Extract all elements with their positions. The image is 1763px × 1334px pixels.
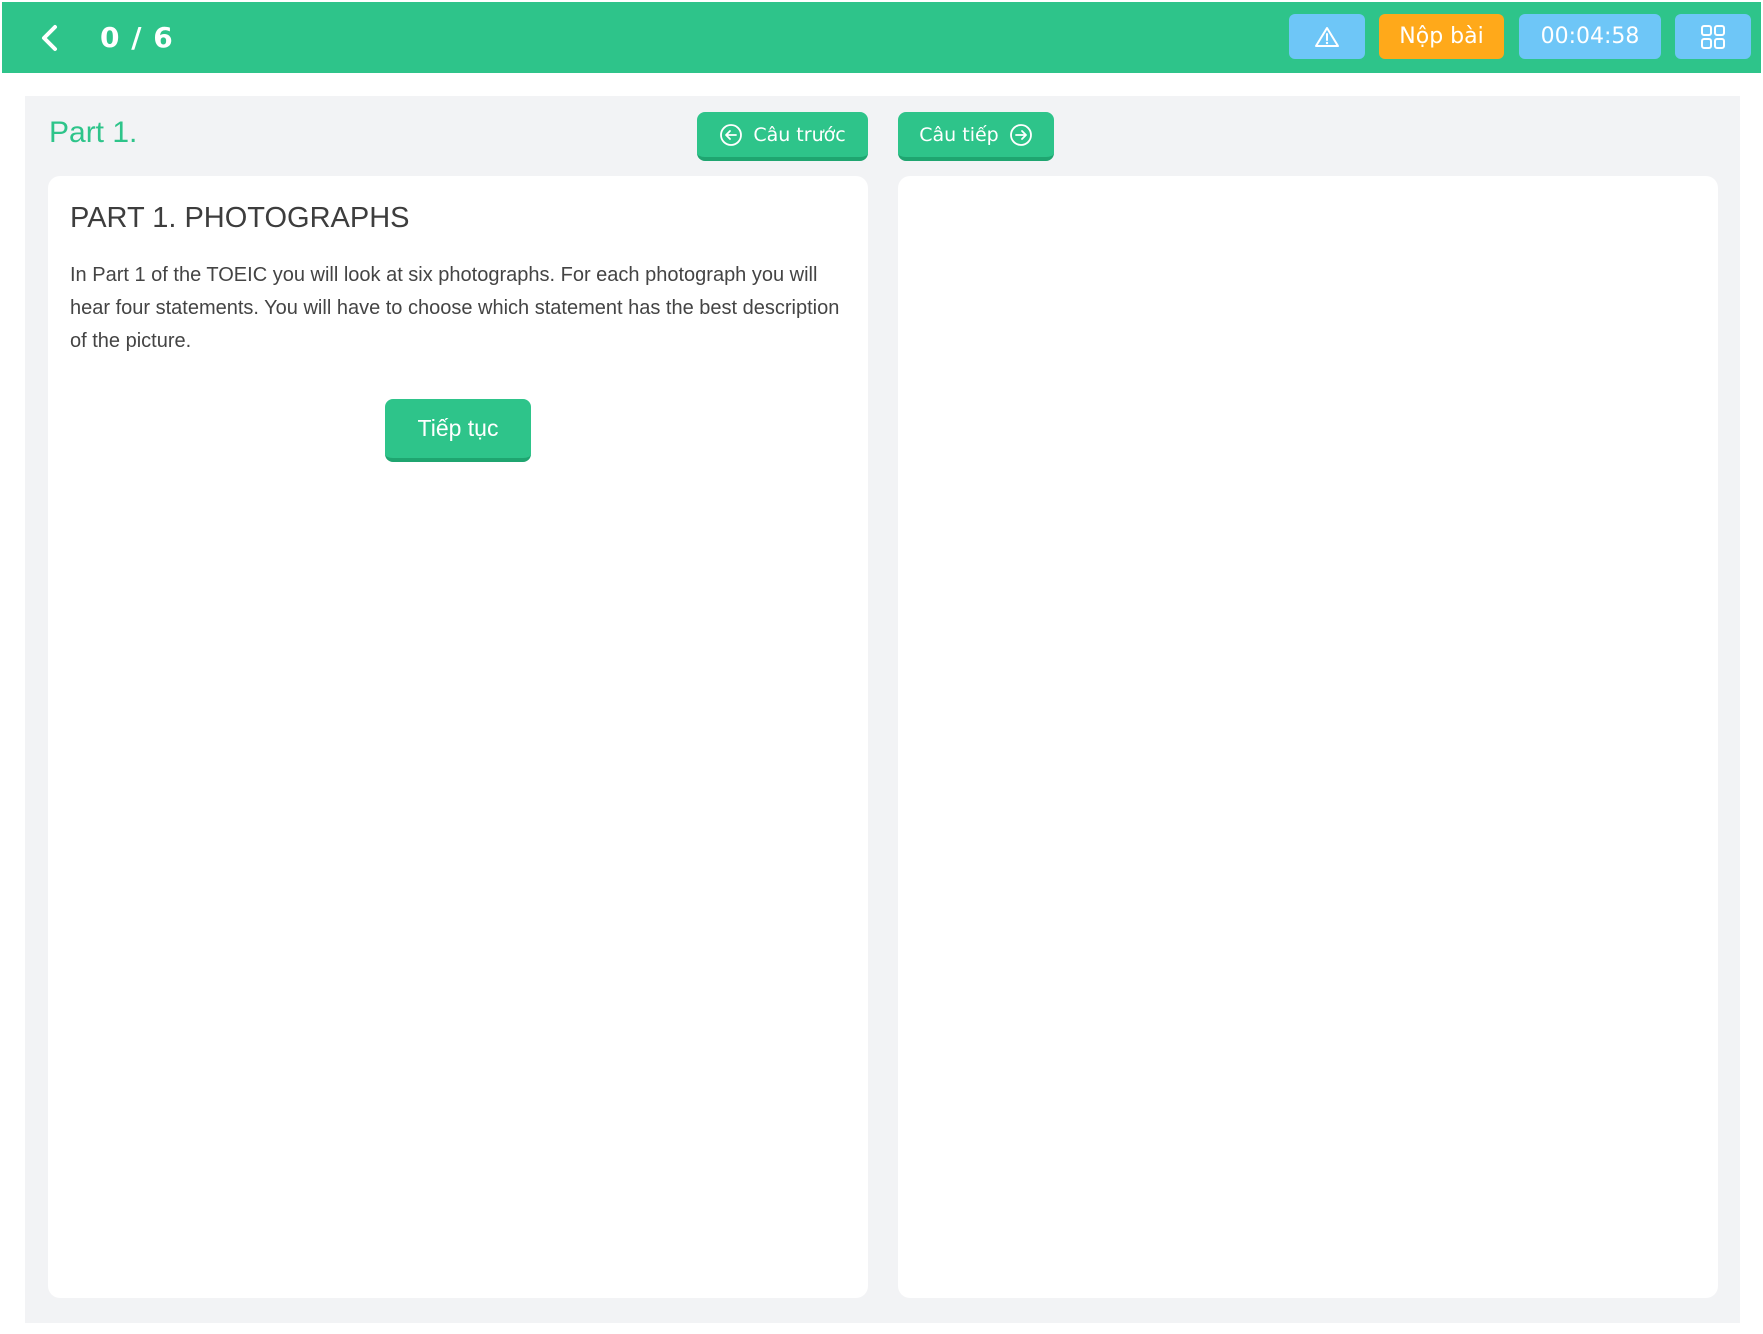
continue-button[interactable]: Tiếp tục (385, 399, 531, 462)
previous-question-label: Câu trước (753, 123, 846, 146)
arrow-right-circle-icon (1009, 123, 1032, 146)
main-panel: Part 1. Câu trước Câu tiếp PART 1. PHOTO… (25, 96, 1740, 1323)
card-heading: PART 1. PHOTOGRAPHS (70, 202, 410, 234)
submit-button[interactable]: Nộp bài (1379, 14, 1504, 59)
page: 0 / 6 Nộp bài 00:04:58 Part 1. Câu trước… (0, 0, 1763, 1334)
top-bar: 0 / 6 Nộp bài 00:04:58 (2, 2, 1761, 73)
timer-display: 00:04:58 (1519, 14, 1661, 59)
part-title: Part 1. (49, 116, 138, 149)
question-progress: 0 / 6 (100, 21, 174, 54)
previous-question-button[interactable]: Câu trước (697, 112, 868, 161)
report-button[interactable] (1289, 14, 1365, 59)
next-question-label: Câu tiếp (919, 123, 999, 146)
next-question-button[interactable]: Câu tiếp (898, 112, 1054, 161)
grid-icon (1701, 24, 1725, 49)
instructions-card: PART 1. PHOTOGRAPHS In Part 1 of the TOE… (48, 176, 868, 1298)
warning-triangle-icon (1315, 26, 1339, 47)
chevron-left-icon (42, 25, 57, 51)
card-description: In Part 1 of the TOEIC you will look at … (70, 264, 840, 352)
back-button[interactable] (32, 18, 68, 58)
arrow-left-circle-icon (720, 123, 743, 146)
question-grid-button[interactable] (1675, 14, 1751, 59)
question-card (898, 176, 1718, 1298)
